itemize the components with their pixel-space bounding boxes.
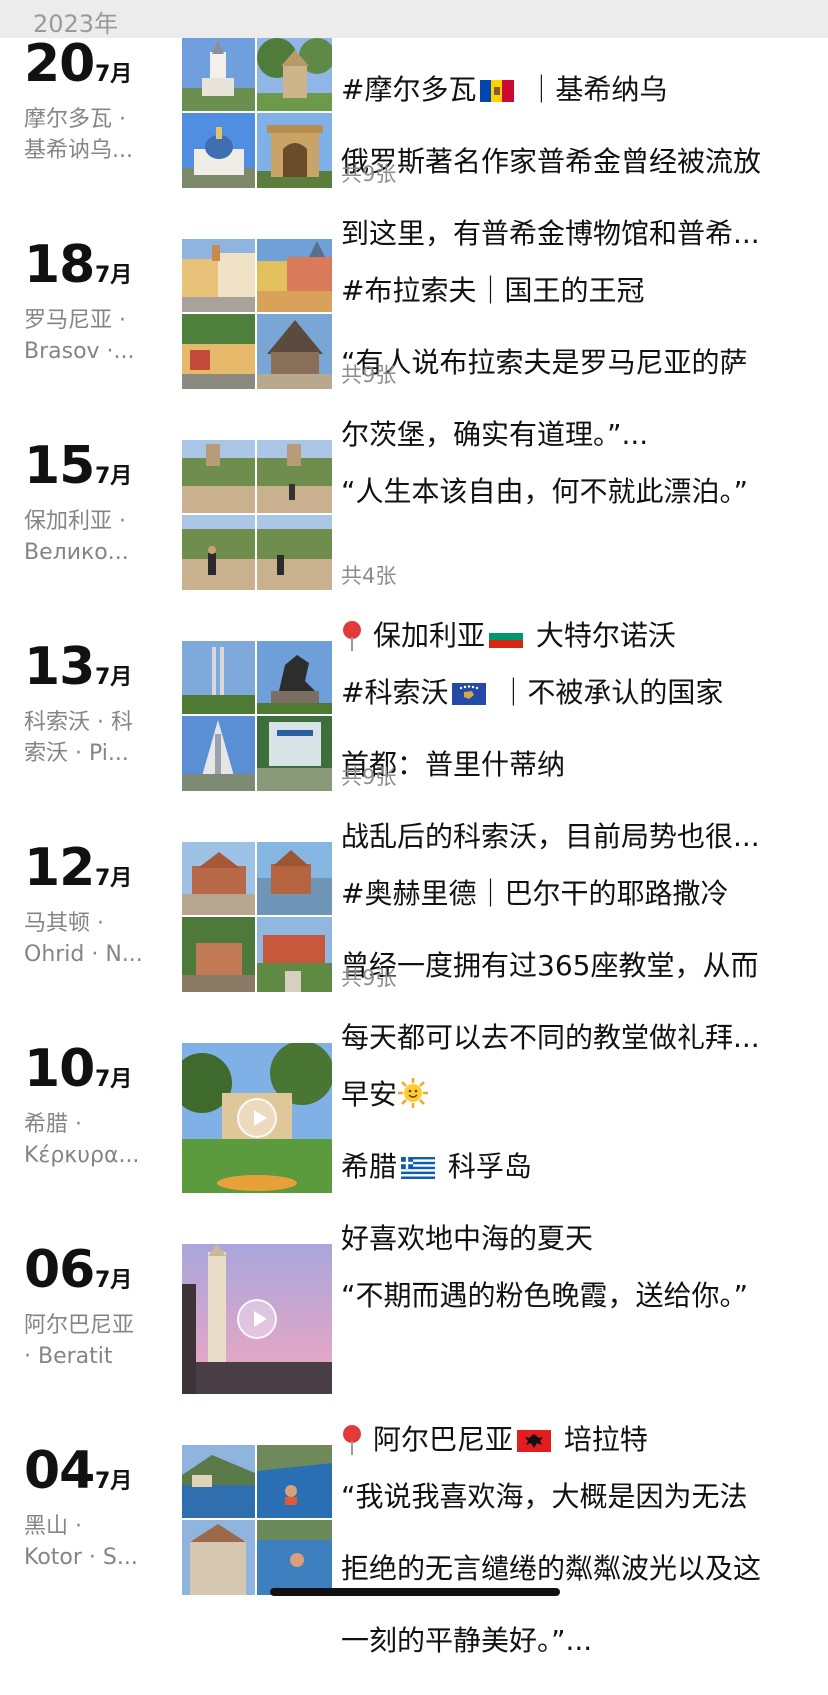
post-day: 06 [24,1240,95,1300]
post-location[interactable]: 保加利亚 · Велико... [24,506,164,568]
photo-grid[interactable] [182,641,332,791]
video-thumbnail[interactable] [182,1043,332,1193]
photo-thumbnail[interactable] [182,1445,255,1518]
post-location[interactable]: 马其顿 · Ohrid · N... [24,908,164,970]
sun-emoji-icon [397,1077,429,1109]
photo-thumbnail[interactable] [257,515,332,590]
post-text-line: #布拉索夫｜国王的王冠 [341,274,645,307]
post-text-line: #奥赫里德｜巴尔干的耶路撒冷 [341,877,729,910]
play-icon[interactable] [237,1098,277,1138]
photo-thumbnail[interactable] [257,38,332,111]
video-thumbnail[interactable] [182,1244,332,1394]
post-text-line [341,1350,811,1386]
post-entry[interactable]: 13 7月 科索沃 · 科 索沃 · Pi... #科索沃 ｜不被承认的国家 首… [0,637,828,853]
photo-thumbnail[interactable] [257,113,332,188]
post-location[interactable]: 希腊 · Κέρκυρα... [24,1109,164,1171]
post-month: 7月 [95,1469,133,1494]
post-text-line: “人生本该自由，何不就此漂泊。” [341,475,749,508]
photo-thumbnail[interactable] [182,38,255,111]
photo-grid[interactable] [182,239,332,389]
photo-grid[interactable] [182,1445,332,1595]
post-text-line: 首都：普里什蒂纳 [341,748,566,781]
post-text-line: “我说我喜欢海，大概是因为无法 [341,1480,748,1513]
home-indicator[interactable] [270,1588,560,1596]
post-location[interactable]: 罗马尼亚 · Brasov ·... [24,305,164,367]
moldova-flag-icon [480,80,515,102]
post-entry[interactable]: 12 7月 马其顿 · Ohrid · N... #奥赫里德｜巴尔干的耶路撒冷 … [0,838,828,1054]
post-text[interactable]: “我说我喜欢海，大概是因为无法 拒绝的无言缱绻的粼粼波光以及这 一刻的平静美好。… [341,1443,811,1695]
video-cover[interactable] [182,1244,332,1394]
photo-thumbnail[interactable] [257,1445,332,1518]
post-text-line: “有人说布拉索夫是罗马尼亚的萨 [341,346,748,379]
photo-thumbnail[interactable] [182,641,255,714]
post-text-line: 一刻的平静美好。”... [341,1624,593,1657]
post-text-line: #摩尔多瓦 ｜基希纳乌 [341,73,668,106]
greece-flag-icon [401,1157,436,1179]
post-month: 7月 [95,1067,133,1092]
post-text-line: #科索沃 ｜不被承认的国家 [341,676,724,709]
post-entry[interactable]: 20 7月 摩尔多瓦 · 基希讷乌... #摩尔多瓦 ｜基希纳乌 俄罗斯著名作家… [0,34,828,250]
photo-thumbnail[interactable] [182,842,255,915]
post-entry[interactable]: 10 7月 希腊 · Κέρκυρα... 早安 希腊 科孚岛 好喜欢地中海的夏… [0,1039,828,1255]
post-day: 13 [24,637,95,697]
post-text-line: 希腊 科孚岛 [341,1150,532,1183]
photo-grid[interactable] [182,842,332,992]
post-month: 7月 [95,464,133,489]
post-text-line: “不期而遇的粉色晚霞，送给你。” [341,1279,749,1312]
photo-count: 共9张 [341,363,397,387]
post-entry[interactable]: 18 7月 罗马尼亚 · Brasov ·... #布拉索夫｜国王的王冠 “有人… [0,235,828,451]
post-day: 10 [24,1039,95,1099]
photo-thumbnail[interactable] [257,314,332,389]
post-location[interactable]: 阿尔巴尼亚 · Beratit [24,1310,164,1372]
post-month: 7月 [95,665,133,690]
post-day: 20 [24,34,95,94]
post-month: 7月 [95,866,133,891]
photo-count: 共9张 [341,162,397,186]
photo-thumbnail[interactable] [182,113,255,188]
photo-thumbnail[interactable] [182,515,255,590]
photo-count: 共4张 [341,564,397,588]
year-header: 2023年 [0,0,828,38]
photo-thumbnail[interactable] [257,440,332,513]
photo-count: 共9张 [341,966,397,990]
photo-thumbnail[interactable] [182,314,255,389]
post-location[interactable]: 摩尔多瓦 · 基希讷乌... [24,104,164,166]
post-location[interactable]: 科索沃 · 科 索沃 · Pi... [24,707,164,769]
post-text-line: 拒绝的无言缱绻的粼粼波光以及这 [341,1552,762,1585]
year-label: 2023年 [33,10,119,38]
video-cover[interactable] [182,1043,332,1193]
photo-thumbnail[interactable] [257,641,332,714]
post-month: 7月 [95,263,133,288]
photo-thumbnail[interactable] [182,716,255,791]
kosovo-flag-icon [452,683,487,705]
post-month: 7月 [95,62,133,87]
post-text-line [341,546,811,582]
photo-grid[interactable] [182,38,332,188]
photo-thumbnail[interactable] [257,1520,332,1595]
play-icon[interactable] [237,1299,277,1339]
photo-thumbnail[interactable] [182,440,255,513]
post-entry[interactable]: 04 7月 黑山 · Kotor · S... “我说我喜欢海，大概是因为无法 … [0,1441,828,1657]
post-month: 7月 [95,1268,133,1293]
photo-thumbnail[interactable] [257,716,332,791]
post-location[interactable]: 黑山 · Kotor · S... [24,1511,164,1573]
photo-grid[interactable] [182,440,332,590]
post-day: 04 [24,1441,95,1501]
photo-thumbnail[interactable] [257,239,332,312]
post-day: 15 [24,436,95,496]
post-entry[interactable]: 06 7月 阿尔巴尼亚 · Beratit “不期而遇的粉色晚霞，送给你。” 阿… [0,1240,828,1456]
photo-thumbnail[interactable] [257,917,332,992]
photo-thumbnail[interactable] [182,239,255,312]
photo-count: 共9张 [341,765,397,789]
post-day: 12 [24,838,95,898]
post-day: 18 [24,235,95,295]
post-text-line: 俄罗斯著名作家普希金曾经被流放 [341,145,762,178]
photo-thumbnail[interactable] [182,1520,255,1595]
photo-thumbnail[interactable] [257,842,332,915]
post-text-line: 早安 [341,1077,811,1113]
post-entry[interactable]: 15 7月 保加利亚 · Велико... “人生本该自由，何不就此漂泊。” … [0,436,828,652]
photo-thumbnail[interactable] [182,917,255,992]
post-text-line: 曾经一度拥有过365座教堂，从而 [341,949,759,982]
